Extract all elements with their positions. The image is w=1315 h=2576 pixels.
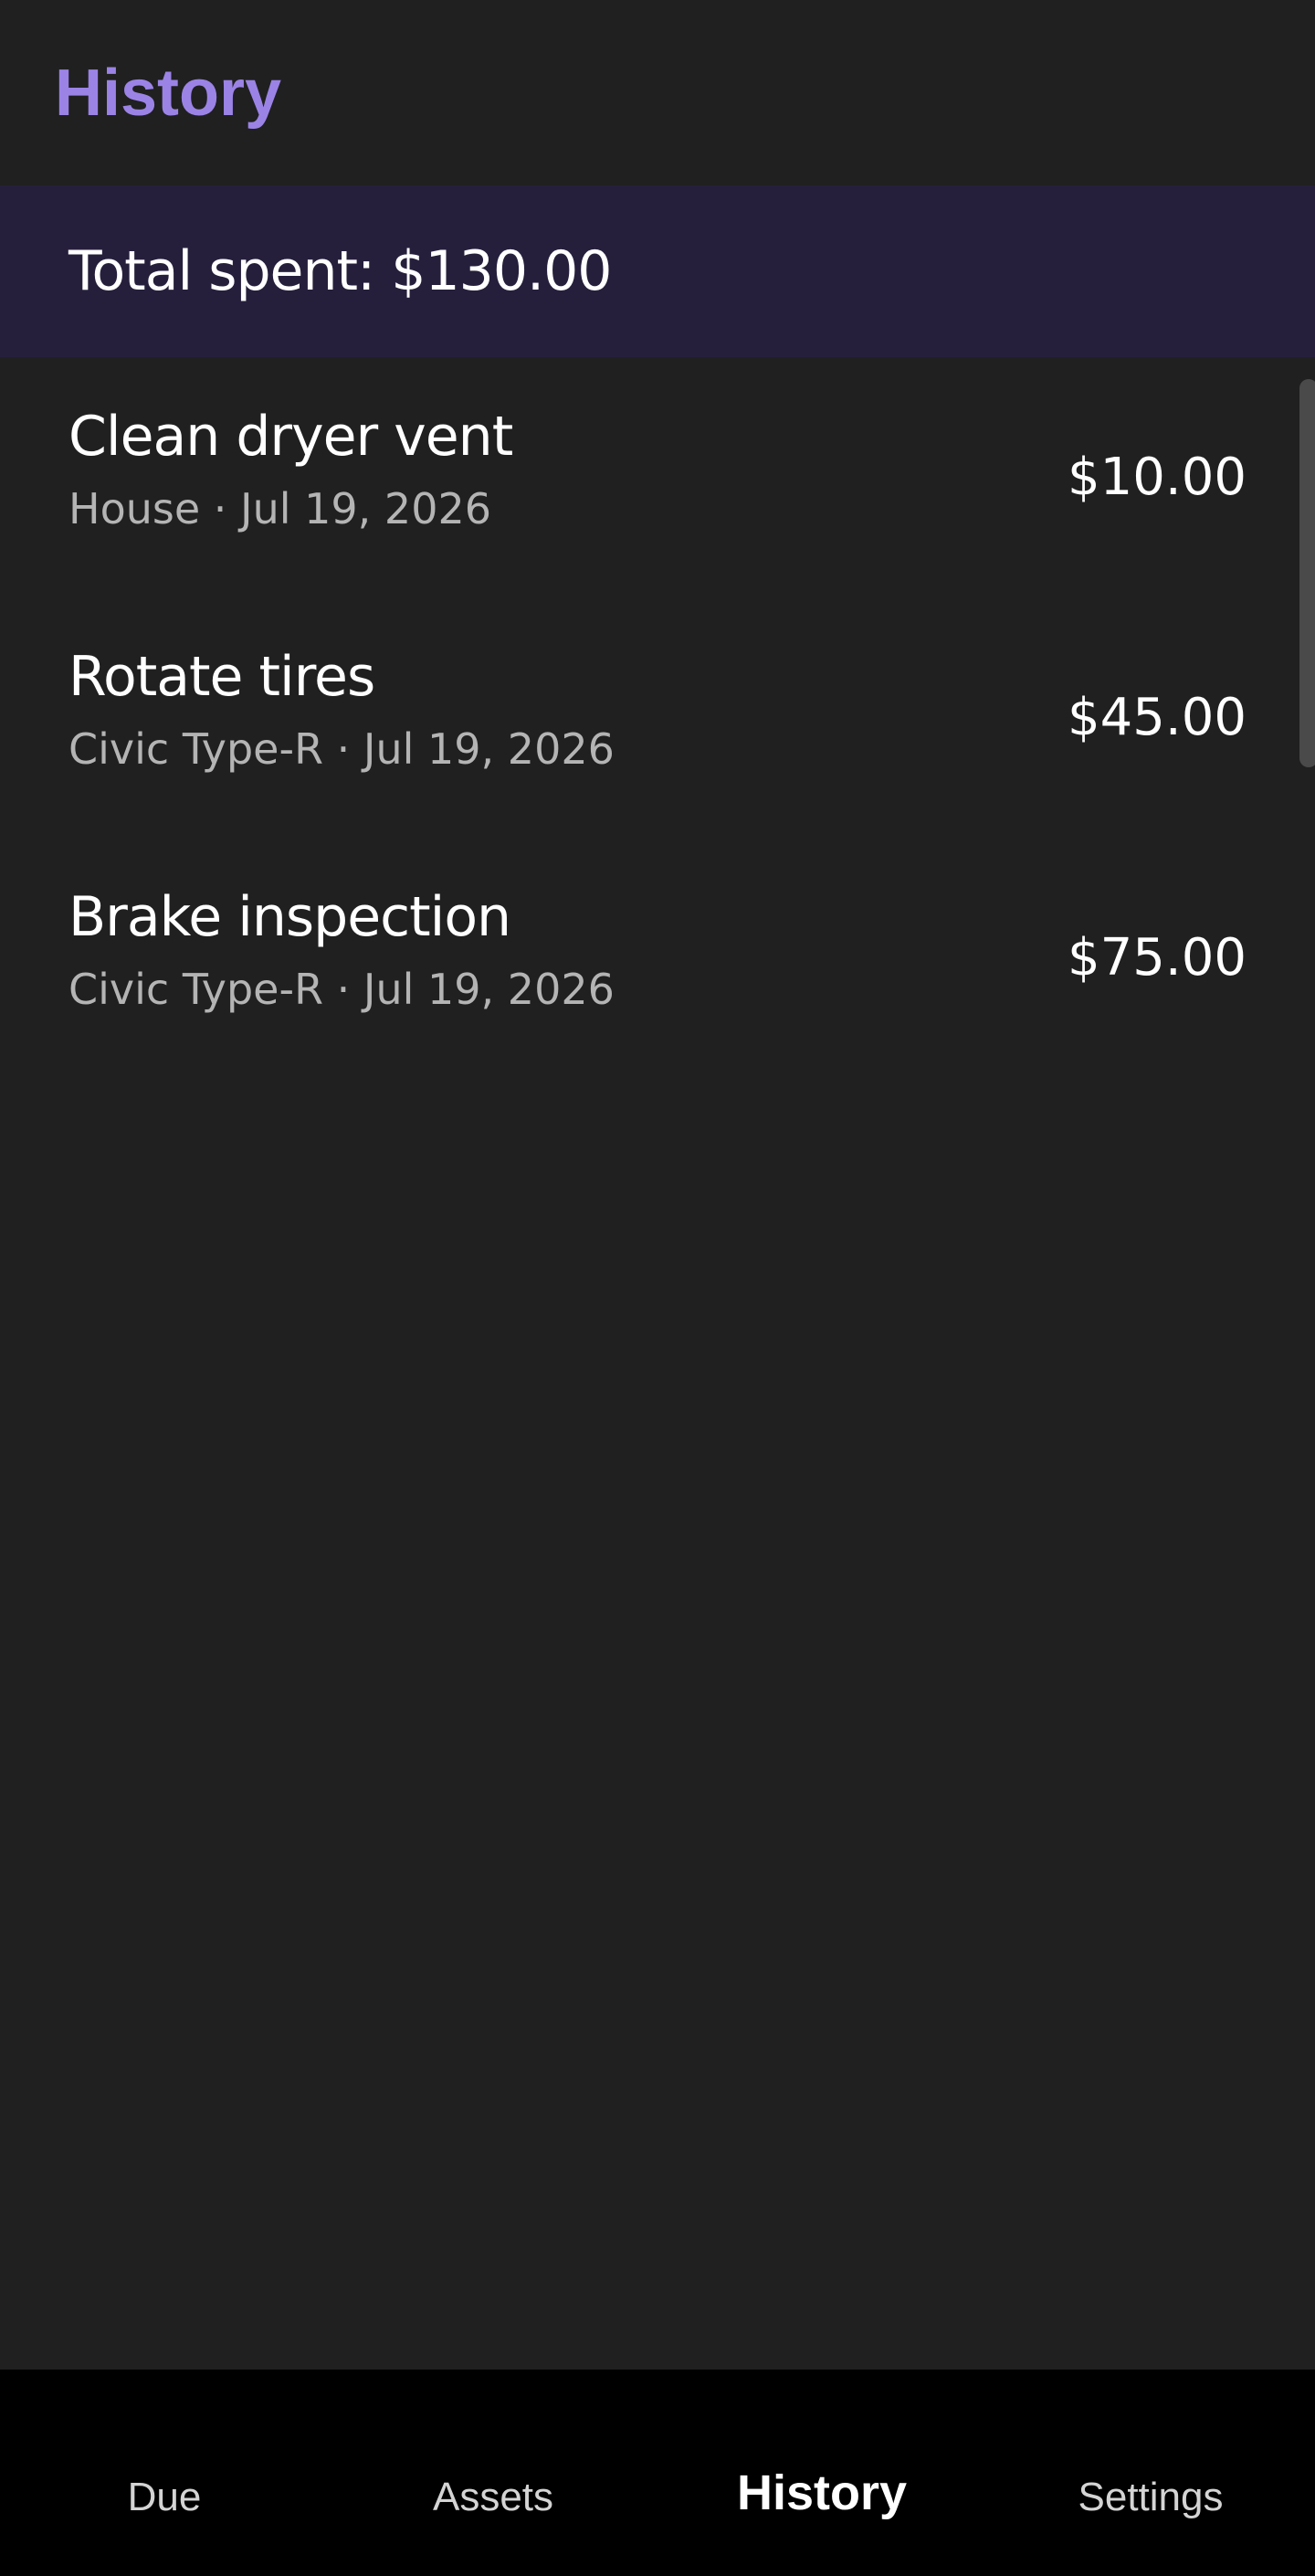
history-item[interactable]: Brake inspection Civic Type-R · Jul 19, … — [0, 838, 1315, 1078]
history-item[interactable]: Clean dryer vent House · Jul 19, 2026 $1… — [0, 357, 1315, 597]
history-item-amount: $75.00 — [1068, 928, 1247, 987]
history-item-amount: $45.00 — [1068, 688, 1247, 747]
history-item-subtitle: Civic Type-R · Jul 19, 2026 — [68, 724, 615, 774]
nav-tab-due[interactable]: Due — [0, 2470, 329, 2525]
bottom-navigation: Due Assets History Settings — [0, 2370, 1315, 2576]
nav-tab-history[interactable]: History — [658, 2465, 986, 2520]
history-item-title: Rotate tires — [68, 645, 375, 709]
history-item-title: Clean dryer vent — [68, 405, 513, 469]
history-item-title: Brake inspection — [68, 885, 511, 949]
history-item[interactable]: Rotate tires Civic Type-R · Jul 19, 2026… — [0, 597, 1315, 838]
total-spent-banner: Total spent: $130.00 — [0, 185, 1315, 357]
history-list: Clean dryer vent House · Jul 19, 2026 $1… — [0, 357, 1315, 1078]
total-spent-text: Total spent: $130.00 — [68, 239, 612, 303]
app-screen: History Total spent: $130.00 Clean dryer… — [0, 0, 1315, 2576]
history-item-amount: $10.00 — [1068, 448, 1247, 507]
scrollbar-thumb[interactable] — [1299, 379, 1315, 767]
app-bar: History — [0, 0, 1315, 185]
page-title: History — [55, 57, 282, 130]
history-item-subtitle: House · Jul 19, 2026 — [68, 484, 491, 533]
nav-tab-assets[interactable]: Assets — [329, 2470, 658, 2525]
nav-tab-settings[interactable]: Settings — [986, 2470, 1315, 2525]
history-item-subtitle: Civic Type-R · Jul 19, 2026 — [68, 965, 615, 1014]
